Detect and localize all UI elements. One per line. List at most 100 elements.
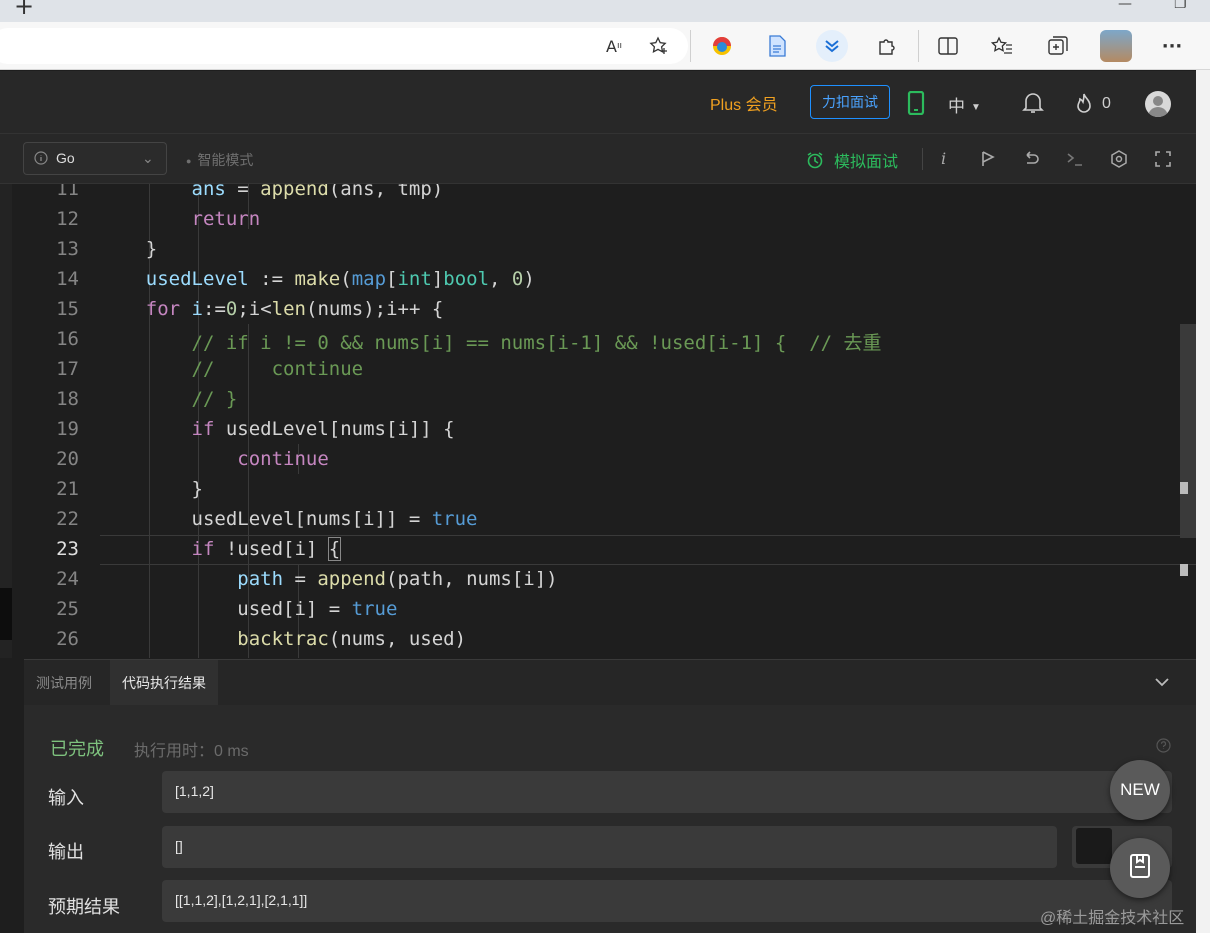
fire-count: 0 [1102,95,1111,112]
tab-result[interactable]: 代码执行结果 [110,660,218,706]
dot-icon: ● [186,156,192,167]
smart-mode-label: 智能模式 [197,152,254,168]
code-line: } [100,238,158,260]
interview-button[interactable]: 力扣面试 [810,85,890,119]
code-line-active: if !used[i] { [191,537,342,561]
output-label: 输出 [48,842,84,862]
line-number: 16 [56,328,79,350]
reset-icon[interactable] [1022,150,1040,173]
mobile-icon[interactable] [906,90,926,120]
chevron-down-icon: ▼ [971,102,981,114]
smart-mode-toggle[interactable]: ● 智能模式 [186,150,253,170]
help-icon[interactable] [1156,738,1171,758]
code-line: path = append(path, nums[i]) [100,568,558,590]
tab-testcase[interactable]: 测试用例 [24,660,104,706]
code-line: continue [237,448,329,470]
new-tab-button[interactable]: + [14,0,34,20]
profile-icon[interactable] [1100,30,1132,62]
execution-time: 执行用时：0 ms [134,743,249,760]
language-switch[interactable]: 中 ▼ [948,92,981,117]
read-aloud-icon[interactable]: Aıı [600,32,628,60]
browser-toolbar: Aıı ··· [0,22,1210,70]
line-number: 13 [56,238,79,260]
downloads-icon[interactable] [816,30,848,62]
code-line: used[i] = true [100,598,398,620]
alarm-clock-icon [806,151,824,174]
input-label: 输入 [48,788,84,808]
language-select[interactable]: Go ⌄ [23,142,167,175]
chevron-down-icon: ⌄ [142,150,154,166]
diff-checkbox[interactable] [1076,828,1112,864]
restore-icon[interactable]: ❐ [1174,0,1187,12]
scrollbar-marker [1180,482,1188,494]
toolbar-divider [922,148,923,170]
fullscreen-icon[interactable] [1154,150,1172,173]
input-value: [1,1,2] [162,771,1172,813]
output-value: [] [162,826,1057,868]
line-number: 26 [56,628,79,650]
code-line: ans = append(ans, tmp) [100,184,444,200]
line-number: 21 [56,478,79,500]
settings-icon[interactable] [1110,150,1128,173]
left-panel-edge [0,184,12,658]
notebook-button[interactable] [1110,838,1170,898]
toolbar-divider [690,30,691,62]
play-icon[interactable] [980,150,996,173]
toolbar-divider [918,30,919,62]
scrollbar-marker [1180,564,1188,576]
language-label: 中 [948,97,965,116]
console-icon[interactable] [1066,150,1084,173]
collections-icon[interactable] [1044,32,1072,60]
fire-icon[interactable] [1074,92,1094,119]
document-icon[interactable] [763,32,791,60]
line-number: 11 [56,184,79,200]
language-select-value: Go [56,150,75,166]
address-input[interactable] [0,28,688,64]
mock-interview-button[interactable]: 模拟面试 [806,148,898,174]
code-line: return [191,208,261,230]
code-line: } [100,478,203,500]
bell-icon[interactable] [1022,91,1044,120]
line-number-active: 23 [56,538,79,560]
extension-color-icon[interactable] [708,32,736,60]
info-icon[interactable]: i [941,149,946,168]
line-number: 15 [56,298,79,320]
editor-toolbar: Go ⌄ ● 智能模式 模拟面试 i [0,134,1196,184]
favorite-add-icon[interactable] [645,32,673,60]
code-line: for i:=0;i<len(nums);i++ { [145,298,444,320]
line-number: 12 [56,208,79,230]
line-number: 14 [56,268,79,290]
info-circle-icon [34,151,48,168]
window-right-edge [1196,70,1210,933]
code-line: if usedLevel[nums[i]] { [191,418,455,440]
line-number: 22 [56,508,79,530]
notebook-icon [1128,853,1152,884]
code-comment-line: // if i != 0 && nums[i] == nums[i-1] && … [100,332,882,354]
more-icon[interactable]: ··· [1158,32,1186,60]
line-number: 17 [56,358,79,380]
result-status: 已完成 [50,739,104,759]
new-feature-button[interactable]: NEW [1110,760,1170,820]
line-number: 20 [56,448,79,470]
code-editor[interactable]: 11 12 13 14 15 16 17 18 19 20 21 22 23 2… [24,184,1196,658]
avatar[interactable] [1145,91,1171,117]
favorites-icon[interactable] [988,32,1016,60]
watermark: @稀土掘金技术社区 [1040,910,1185,927]
code-comment-line: // } [100,388,238,410]
plus-membership-link[interactable]: Plus 会员 [710,91,778,115]
left-resize-handle[interactable] [12,184,24,933]
site-header: Plus 会员 力扣面试 中 ▼ 0 [0,71,1196,134]
code-line: usedLevel := make(map[int]bool, 0) [100,268,535,290]
code-comment-line: // continue [100,358,364,380]
result-panel-tabs: 测试用例 代码执行结果 [24,659,1196,706]
editor-scrollbar[interactable] [1180,324,1196,538]
code-line: usedLevel[nums[i]] = true [100,508,478,530]
line-number: 24 [56,568,79,590]
split-screen-icon[interactable] [934,32,962,60]
line-number: 25 [56,598,79,620]
collapse-panel-icon[interactable] [1154,674,1170,695]
browser-tab-bar: + — ❐ [0,0,1210,22]
minimize-icon[interactable]: — [1118,0,1132,12]
puzzle-icon[interactable] [873,32,901,60]
code-line: backtrac(nums, used) [237,628,467,650]
